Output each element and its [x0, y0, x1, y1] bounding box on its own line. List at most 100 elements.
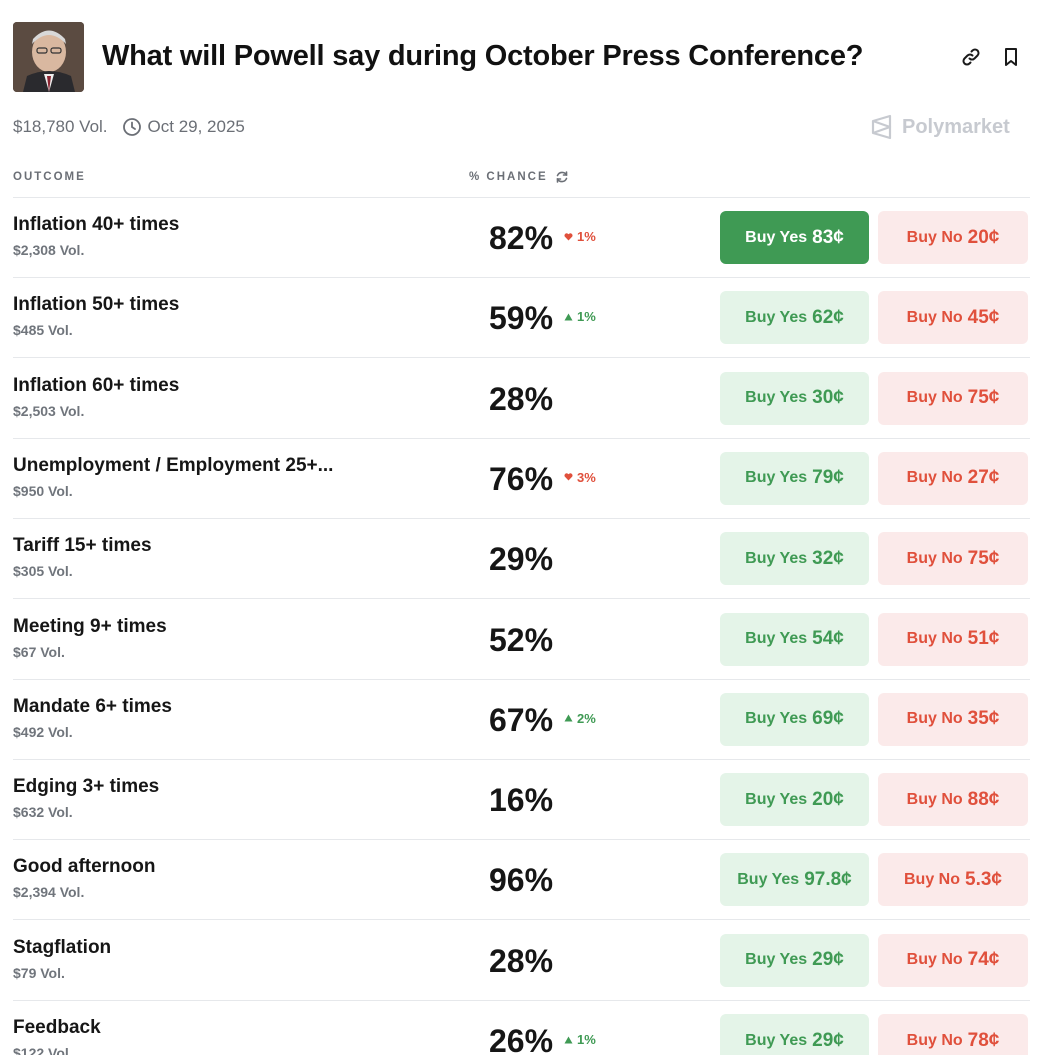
buy-no-price: 75¢ — [967, 387, 1000, 409]
buy-no-button[interactable]: Buy No 35¢ — [878, 692, 1028, 746]
column-header-chance: % CHANCE — [469, 171, 548, 183]
buy-no-label: Buy No — [906, 710, 963, 728]
buy-no-label: Buy No — [906, 308, 963, 326]
buy-yes-price: 29¢ — [812, 1029, 844, 1051]
buy-yes-price: 30¢ — [812, 387, 844, 409]
clock-icon — [122, 118, 141, 136]
arrow-up-icon — [564, 313, 573, 321]
buy-no-button[interactable]: Buy No 51¢ — [878, 612, 1028, 666]
buy-yes-label: Buy Yes — [745, 389, 808, 407]
outcome-row[interactable]: Inflation 50+ times $485 Vol. 59% 1% Buy… — [13, 278, 1030, 359]
outcome-row[interactable]: Feedback $122 Vol. 26% 1% Buy Yes 29¢ Bu… — [13, 1001, 1030, 1055]
outcome-name[interactable]: Edging 3+ times — [13, 776, 159, 798]
outcome-row[interactable]: Tariff 15+ times $305 Vol. 29% Buy Yes 3… — [13, 519, 1030, 600]
link-icon[interactable] — [960, 46, 982, 68]
market-image — [13, 22, 84, 92]
buy-no-button[interactable]: Buy No 75¢ — [878, 371, 1028, 425]
outcome-row[interactable]: Inflation 60+ times $2,503 Vol. 28% Buy … — [13, 359, 1030, 439]
outcome-name[interactable]: Good afternoon — [13, 856, 155, 878]
chance-delta: 1% — [564, 309, 596, 324]
outcome-chance: 26% — [488, 1023, 554, 1055]
outcome-volume: $2,394 Vol. — [13, 884, 85, 901]
buy-no-label: Buy No — [906, 549, 963, 567]
outcome-name[interactable]: Meeting 9+ times — [13, 616, 167, 638]
outcome-volume: $2,503 Vol. — [13, 402, 85, 419]
buy-yes-button[interactable]: Buy Yes 54¢ — [720, 612, 869, 666]
column-header-outcome: OUTCOME — [13, 171, 86, 183]
buy-no-label: Buy No — [906, 469, 963, 487]
outcome-row[interactable]: Inflation 40+ times $2,308 Vol. 82% 1% B… — [13, 198, 1030, 278]
outcome-row[interactable]: Good afternoon $2,394 Vol. 96% Buy Yes 9… — [13, 840, 1030, 921]
buy-yes-label: Buy Yes — [745, 308, 808, 326]
bookmark-icon[interactable] — [1000, 46, 1022, 68]
buy-yes-label: Buy Yes — [745, 630, 808, 647]
buy-yes-price: 79¢ — [812, 467, 844, 489]
buy-no-price: 35¢ — [967, 708, 1000, 730]
buy-yes-button[interactable]: Buy Yes 29¢ — [720, 933, 869, 987]
outcome-name[interactable]: Feedback — [13, 1017, 101, 1039]
outcome-row[interactable]: Stagflation $79 Vol. 28% Buy Yes 29¢ Buy… — [13, 921, 1030, 1001]
buy-yes-label: Buy Yes — [745, 790, 808, 808]
outcome-chance: 16% — [488, 782, 554, 819]
outcome-name[interactable]: Inflation 50+ times — [13, 294, 179, 316]
buy-no-button[interactable]: Buy No 78¢ — [878, 1014, 1028, 1055]
buy-yes-button[interactable]: Buy Yes 79¢ — [720, 451, 869, 505]
buy-yes-button[interactable]: Buy Yes 62¢ — [720, 291, 869, 345]
buy-no-button[interactable]: Buy No 5.3¢ — [878, 853, 1028, 907]
buy-no-price: 20¢ — [967, 226, 1000, 248]
buy-no-button[interactable]: Buy No 75¢ — [878, 532, 1028, 586]
buy-no-button[interactable]: Buy No 20¢ — [878, 211, 1028, 264]
heart-down-icon — [564, 232, 573, 240]
refresh-icon[interactable] — [555, 170, 569, 184]
buy-no-button[interactable]: Buy No 88¢ — [878, 773, 1028, 827]
market-meta: $18,780 Vol. Oct 29, 2025 — [13, 116, 245, 138]
buy-yes-price: 69¢ — [812, 708, 844, 730]
buy-yes-button[interactable]: Buy Yes 69¢ — [720, 692, 869, 746]
brand-name: Polymarket — [902, 115, 1010, 138]
outcome-name[interactable]: Inflation 40+ times — [13, 214, 179, 236]
outcome-chance: 76% — [488, 460, 554, 497]
buy-yes-price: 97.8¢ — [804, 868, 852, 890]
outcome-volume: $122 Vol. — [13, 1045, 73, 1055]
buy-no-button[interactable]: Buy No 45¢ — [878, 291, 1028, 345]
outcome-name[interactable]: Mandate 6+ times — [13, 696, 172, 718]
chance-delta-value: 1% — [577, 309, 596, 325]
outcome-name[interactable]: Inflation 60+ times — [13, 375, 179, 397]
buy-no-label: Buy No — [906, 389, 963, 407]
chance-delta-value: 3% — [577, 469, 596, 485]
outcome-row[interactable]: Edging 3+ times $632 Vol. 16% Buy Yes 20… — [13, 760, 1030, 841]
buy-no-button[interactable]: Buy No 27¢ — [878, 451, 1028, 505]
outcome-chance: 29% — [488, 541, 554, 578]
buy-yes-button[interactable]: Buy Yes 83¢ — [720, 211, 869, 264]
outcome-name[interactable]: Unemployment / Employment 25+... — [13, 455, 333, 477]
buy-yes-button[interactable]: Buy Yes 29¢ — [720, 1014, 869, 1055]
arrow-up-icon — [564, 714, 573, 722]
outcome-volume: $492 Vol. — [13, 723, 73, 740]
buy-yes-button[interactable]: Buy Yes 97.8¢ — [720, 853, 869, 907]
buy-yes-price: 83¢ — [812, 226, 844, 248]
outcome-name[interactable]: Tariff 15+ times — [13, 535, 152, 557]
buy-no-button[interactable]: Buy No 74¢ — [878, 933, 1028, 987]
buy-yes-button[interactable]: Buy Yes 20¢ — [720, 773, 869, 827]
market-volume: $18,780 Vol. — [13, 117, 108, 136]
buy-yes-price: 32¢ — [812, 547, 844, 569]
outcome-row[interactable]: Unemployment / Employment 25+... $950 Vo… — [13, 439, 1030, 519]
buy-yes-button[interactable]: Buy Yes 30¢ — [720, 371, 869, 425]
buy-no-price: 51¢ — [967, 628, 1000, 649]
market-end-date: Oct 29, 2025 — [147, 117, 245, 136]
buy-no-price: 74¢ — [967, 949, 1000, 971]
buy-yes-button[interactable]: Buy Yes 32¢ — [720, 532, 869, 586]
outcome-row[interactable]: Meeting 9+ times $67 Vol. 52% Buy Yes 54… — [13, 600, 1030, 680]
chance-delta: 1% — [564, 1032, 596, 1047]
buy-no-label: Buy No — [906, 1031, 963, 1049]
outcome-volume: $632 Vol. — [13, 804, 73, 821]
outcome-chance: 67% — [488, 701, 554, 738]
outcome-row[interactable]: Mandate 6+ times $492 Vol. 67% 2% Buy Ye… — [13, 680, 1030, 760]
chance-delta-value: 2% — [577, 710, 596, 726]
buy-yes-price: 62¢ — [812, 306, 844, 328]
outcome-volume: $485 Vol. — [13, 322, 73, 339]
outcome-name[interactable]: Stagflation — [13, 937, 111, 959]
buy-no-price: 78¢ — [967, 1029, 1000, 1051]
chance-delta-value: 1% — [577, 229, 596, 244]
buy-yes-price: 54¢ — [812, 628, 844, 649]
